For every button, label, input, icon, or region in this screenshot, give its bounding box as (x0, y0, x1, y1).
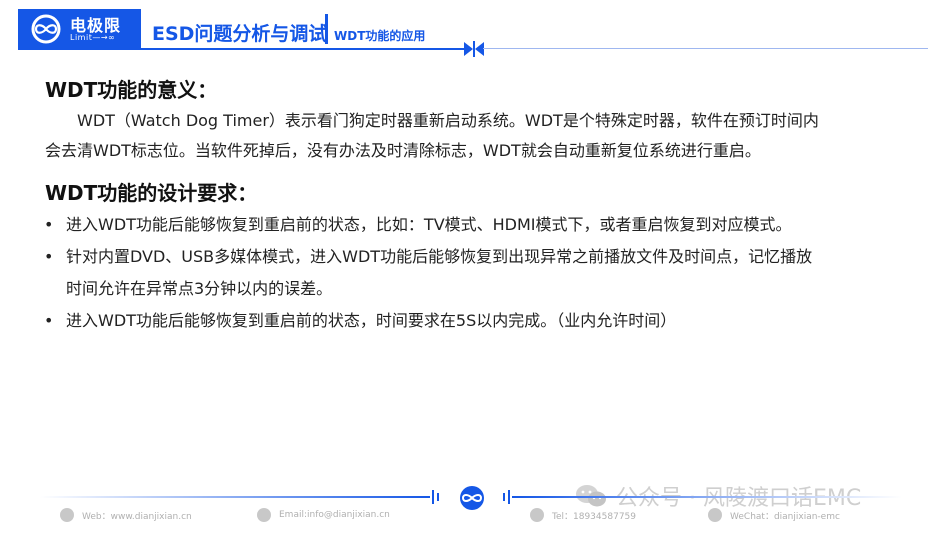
section-heading-meaning: WDT功能的意义： (45, 78, 218, 102)
bullet-dot: • (44, 311, 54, 330)
bullet-text: 进入WDT功能后能够恢复到重启前的状态，比如：TV模式、HDMI模式下，或者重启… (66, 215, 792, 234)
footer-wechat: WeChat：dianjixian-emc (708, 508, 840, 522)
footer-email-text: Email:info@dianjixian.cn (279, 510, 390, 520)
bowtie-icon (464, 41, 484, 57)
monitor-icon (60, 508, 74, 522)
section-heading-requirements: WDT功能的设计要求： (45, 181, 258, 205)
footer-tick (503, 493, 505, 501)
bullet-dot: • (44, 215, 54, 234)
footer-wechat-text: WeChat：dianjixian-emc (730, 511, 840, 522)
paragraph-line: 会去清WDT标志位。当软件死掉后，没有办法及时清除标志，WDT就会自动重新复位系… (45, 141, 761, 160)
footer-line-right (512, 496, 902, 498)
footer-infinity-logo-icon (460, 486, 484, 510)
logo-text-en: Limit—→∞ (70, 33, 116, 42)
bullet-text: 针对内置DVD、USB多媒体模式，进入WDT功能后能够恢复到出现异常之前播放文件… (66, 247, 813, 266)
bullet-text: 进入WDT功能后能够恢复到重启前的状态，时间要求在5S以内完成。（业内允许时间） (66, 311, 677, 330)
bullet-dot: • (44, 247, 54, 266)
footer-line-left (40, 496, 430, 498)
page-subtitle: WDT功能的应用 (334, 29, 426, 43)
bullet-text-continued: 时间允许在异常点3分钟以内的误差。 (66, 279, 333, 298)
footer-tick (508, 490, 510, 504)
footer-tel-text: Tel：18934587759 (552, 511, 636, 522)
header-divider (325, 14, 328, 44)
infinity-logo-icon (31, 14, 61, 44)
footer-tick (437, 493, 439, 501)
header-underline (141, 48, 464, 50)
footer-web-text: Web：www.dianjixian.cn (82, 511, 192, 522)
meaning-paragraph: WDT（Watch Dog Timer）表示看门狗定时器重新启动系统。WDT是个… (45, 106, 819, 166)
brand-logo: 电极限 Limit—→∞ (18, 9, 141, 50)
paragraph-line: WDT（Watch Dog Timer）表示看门狗定时器重新启动系统。WDT是个… (77, 111, 819, 130)
mail-icon (257, 508, 271, 522)
phone-icon (530, 508, 544, 522)
footer-email: Email:info@dianjixian.cn (257, 508, 390, 522)
slide: 电极限 Limit—→∞ ESD问题分析与调试 WDT功能的应用 WDT功能的意… (0, 0, 944, 533)
wechat-small-icon (708, 508, 722, 522)
footer-tick (432, 490, 434, 504)
header-rule-right (483, 48, 928, 49)
footer-web: Web：www.dianjixian.cn (60, 508, 192, 522)
footer-tel: Tel：18934587759 (530, 508, 636, 522)
page-title: ESD问题分析与调试 (152, 23, 328, 45)
